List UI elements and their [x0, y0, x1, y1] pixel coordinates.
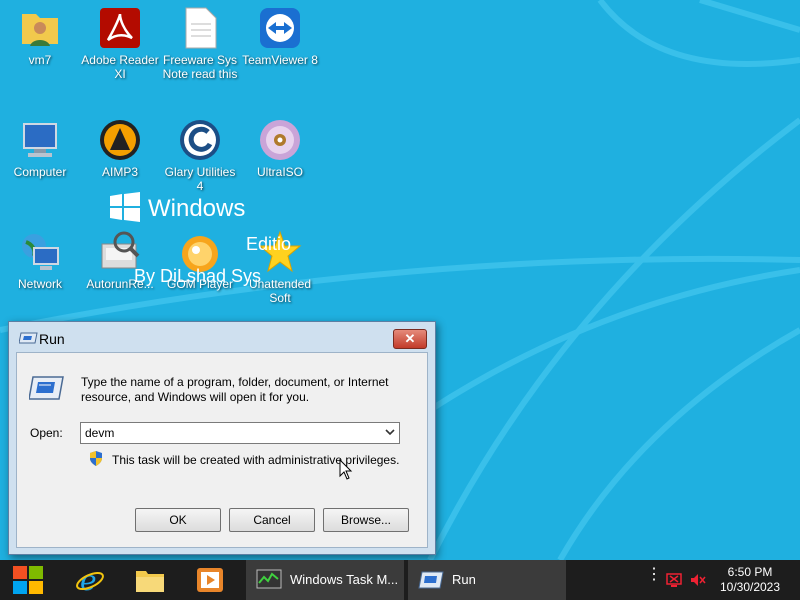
desktop-icon-label: TeamViewer 8: [242, 53, 318, 67]
windows-logo-icon: [110, 192, 140, 222]
start-button[interactable]: [0, 560, 56, 600]
desktop-icon-ultraiso[interactable]: UltraISO: [240, 112, 320, 179]
desktop-icon-label: Glary Utilities 4: [164, 165, 236, 193]
task-label: Windows Task M...: [290, 572, 399, 587]
task-label: Run: [452, 572, 476, 587]
media-player-icon: [197, 568, 223, 592]
chevron-down-icon[interactable]: [383, 425, 397, 439]
desktop-icon-adobe-reader[interactable]: Adobe Reader XI: [80, 0, 160, 81]
desktop-icon-label: Computer: [13, 165, 67, 179]
network-warning-icon[interactable]: [666, 572, 682, 588]
clock-time: 6:50 PM: [727, 565, 773, 579]
branding-windows-text: Windows: [148, 195, 246, 222]
taskbar-media-player[interactable]: [182, 560, 238, 600]
internet-explorer-icon: e: [76, 566, 104, 594]
ok-button[interactable]: OK: [135, 508, 221, 532]
teamviewer-icon: [258, 6, 302, 50]
user-folder-icon: [18, 6, 62, 50]
open-combobox[interactable]: [80, 422, 400, 444]
taskbar-internet-explorer[interactable]: e: [62, 560, 118, 600]
volume-muted-icon[interactable]: [690, 572, 706, 588]
desktop-icon-freeware-note[interactable]: Freeware Sys Note read this: [160, 0, 240, 81]
run-titlebar[interactable]: Run ✕: [9, 322, 435, 352]
glary-utilities-icon: [178, 118, 222, 162]
aimp-icon: [98, 118, 142, 162]
taskbar: e Windows Task M... Run ⋮ 6:50 PM 10/30/…: [0, 560, 800, 600]
run-dialog: Run ✕ Type the name of a program, folder…: [8, 321, 436, 555]
admin-privileges-note: This task will be created with administr…: [112, 453, 400, 467]
close-button[interactable]: ✕: [393, 329, 427, 349]
taskbar-task-task-manager[interactable]: Windows Task M...: [246, 560, 404, 600]
desktop-icon-network[interactable]: Network: [0, 224, 80, 291]
text-document-icon: [178, 6, 222, 50]
open-input[interactable]: [81, 423, 379, 443]
disc-icon: [258, 118, 302, 162]
open-label: Open:: [30, 426, 63, 440]
desktop-icon-label: Adobe Reader XI: [81, 53, 159, 81]
system-clock[interactable]: 6:50 PM 10/30/2023: [712, 565, 788, 595]
desktop-icon-label: Network: [17, 277, 62, 291]
computer-icon: [18, 118, 62, 162]
branding-author-text: By DiLshad Sys: [134, 266, 262, 286]
run-icon: [19, 332, 38, 344]
desktop-icon-label: Freeware Sys Note read this: [162, 53, 238, 81]
cancel-button[interactable]: Cancel: [229, 508, 315, 532]
desktop-icon-label: vm7: [28, 53, 52, 67]
browse-button[interactable]: Browse...: [323, 508, 409, 532]
desktop-icon-label: UltraISO: [256, 165, 303, 179]
clock-date: 10/30/2023: [719, 580, 781, 594]
desktop-icon-vm7[interactable]: vm7: [0, 0, 80, 67]
desktop-icon-computer[interactable]: Computer: [0, 112, 80, 179]
branding-edition-text: Editio: [246, 234, 292, 254]
file-explorer-icon: [136, 571, 164, 592]
run-icon: [418, 571, 444, 589]
mouse-cursor-icon: [339, 459, 353, 480]
adobe-reader-icon: [98, 6, 142, 50]
tray-more-icon[interactable]: ⋮: [646, 567, 662, 583]
network-icon: [18, 230, 62, 274]
run-program-icon: [29, 376, 64, 400]
run-dialog-title: Run: [39, 331, 65, 347]
desktop-icon-label: AIMP3: [101, 165, 138, 179]
task-manager-icon: [256, 569, 282, 589]
desktop-icon-glary-utilities[interactable]: Glary Utilities 4: [160, 112, 240, 193]
taskbar-file-explorer[interactable]: [122, 560, 178, 600]
taskbar-task-run[interactable]: Run: [408, 560, 566, 600]
desktop-icon-aimp[interactable]: AIMP3: [80, 112, 160, 179]
run-description: Type the name of a program, folder, docu…: [81, 375, 389, 404]
windows-branding: Windows: [110, 192, 245, 223]
start-icon: [13, 566, 43, 594]
uac-shield-icon: [90, 451, 102, 466]
run-dialog-body: Type the name of a program, folder, docu…: [16, 352, 428, 548]
desktop-icon-teamviewer[interactable]: TeamViewer 8: [240, 0, 320, 67]
